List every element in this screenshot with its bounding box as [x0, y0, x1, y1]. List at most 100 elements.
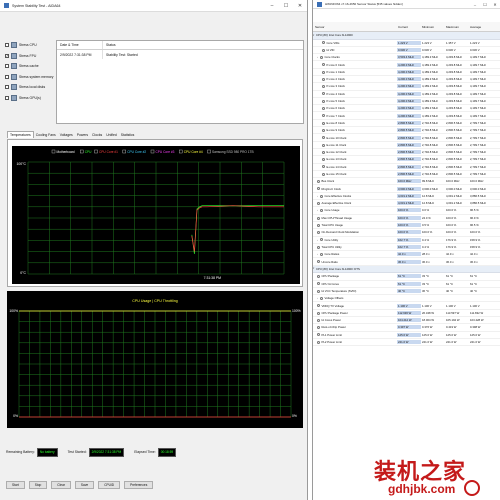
table-row[interactable]: On-Demand Clock Modulation 100.0 % 100.0 %…: [313, 229, 500, 237]
stop-button[interactable]: Stop: [28, 481, 48, 489]
table-row[interactable]: Rest-of-Chip Power 0.397 W 0.376 W 0.419 W 0…: [313, 324, 500, 332]
legend-checkbox[interactable]: [94, 149, 98, 154]
preferences-button[interactable]: Preferences: [124, 481, 154, 489]
table-row[interactable]: IA VCC Temperature (SVID) 40 °C 36 °C 40 °C…: [313, 288, 500, 296]
table-row[interactable]: E-core 12 Clock 2,806.5 MHz 2,792.8 MHz 2,8…: [313, 149, 500, 157]
table-row[interactable]: PL2 Power Limit 241.0 W 241.0 W 241.0 W 241.…: [313, 339, 500, 347]
legend-checkbox[interactable]: [51, 149, 56, 154]
sensor-section-header[interactable]: ▾ CPU [#0]: Intel Core i9-12900: [313, 32, 500, 40]
table-row[interactable]: CPU Package Power 112.636 W 26.348 W 113.59…: [313, 310, 500, 317]
table-row[interactable]: Total CPU Usage 100.0 % 0.5 % 100.0 % 96.5 %: [313, 222, 500, 230]
table-row[interactable]: P-core 2 Clock 4,200.0 MHz 4,189.3 MHz 4,29…: [313, 76, 500, 84]
save-button[interactable]: Save: [74, 481, 95, 489]
checkbox[interactable]: [5, 95, 9, 100]
close-icon[interactable]: ✕: [490, 0, 500, 8]
checkbox[interactable]: [5, 74, 9, 79]
sensor-icon: [317, 304, 320, 308]
table-row[interactable]: CPU Package 61 °C 33 °C 61 °C 61 °C: [313, 273, 500, 281]
hardware-icon: [11, 52, 17, 59]
tab-statistics[interactable]: Statistics: [119, 132, 137, 138]
table-row[interactable]: E-core 11 Clock 2,806.5 MHz 2,792.8 MHz 2,8…: [313, 142, 500, 149]
col-average[interactable]: Average: [469, 25, 493, 29]
sensor-label: Core Clocks: [324, 55, 340, 60]
stress-option[interactable]: ✓ Stress FPU: [5, 51, 53, 62]
table-row[interactable]: P-core 3 Clock 4,200.0 MHz 4,189.3 MHz 4,29…: [313, 83, 500, 91]
aida-titlebar[interactable]: System Stability Test - AIDA64 – ☐ ✕: [0, 0, 307, 12]
table-row[interactable]: IA VID 0.630 V 0.630 V 0.630 V 0.630 V: [313, 47, 500, 55]
table-row[interactable]: Bus Clock 100.0 MHz 99.8 MHz 100.0 MHz 100.0…: [313, 178, 500, 186]
table-row[interactable]: › Core Ratios 42.0 x 28.0 x 42.9 x 42.0 x: [313, 251, 500, 259]
table-row[interactable]: P-core 6 Clock 4,200.0 MHz 4,189.3 MHz 4,29…: [313, 105, 500, 113]
legend-checkbox[interactable]: [179, 149, 183, 154]
minimize-icon[interactable]: –: [265, 0, 279, 11]
table-row[interactable]: E-core 13 Clock 2,806.5 MHz 2,792.8 MHz 2,8…: [313, 156, 500, 164]
sensor-label: Core Usage: [324, 208, 340, 213]
table-row[interactable]: P-core 0 Clock 4,200.0 MHz 4,189.3 MHz 4,29…: [313, 61, 500, 69]
table-row[interactable]: P-core 7 Clock 4,200.0 MHz 4,189.3 MHz 4,29…: [313, 112, 500, 120]
table-row[interactable]: › Voltage Offsets: [313, 295, 500, 303]
tab-powers[interactable]: Powers: [75, 132, 90, 138]
status-date-cell: 2/9/2022 7:31:38 PM: [57, 50, 103, 59]
clear-button[interactable]: Clear: [51, 481, 71, 489]
maximize-icon[interactable]: ☐: [279, 0, 293, 11]
stress-option[interactable]: Stress CPU: [5, 40, 53, 51]
tab-unified[interactable]: Unified: [104, 132, 119, 138]
sensor-icon: [317, 216, 320, 220]
table-row[interactable]: P-core 4 Clock 4,200.0 MHz 4,189.3 MHz 4,29…: [313, 91, 500, 98]
table-row[interactable]: IA Cores Power 104.212 W 18.004 W 105.194 W…: [313, 317, 500, 325]
minimize-icon[interactable]: –: [470, 0, 480, 8]
table-row[interactable]: E-core 14 Clock 2,806.5 MHz 2,792.8 MHz 2,8…: [313, 164, 500, 171]
table-row[interactable]: CPU IA Cores 61 °C 33 °C 61 °C 61 °C: [313, 281, 500, 288]
table-row[interactable]: E-core 9 Clock 2,806.5 MHz 2,792.8 MHz 2,80…: [313, 127, 500, 135]
checkbox[interactable]: ✓: [5, 53, 9, 58]
hwinfo-titlebar[interactable]: HWiNFO64 v7.16-4650 Sensor Status [535 v…: [313, 0, 500, 9]
tab-clocks[interactable]: Clocks: [90, 132, 104, 138]
sensor-value-min: 36.0 x: [422, 259, 430, 264]
table-row[interactable]: Uncore Ratio 36.0 x 36.0 x 36.0 x 36.0 x: [313, 258, 500, 266]
checkbox[interactable]: [5, 85, 9, 90]
table-row[interactable]: › Core Utility 162.7 % 0.4 % 176.9 % 158.9 %: [313, 237, 500, 244]
hardware-icon: [11, 94, 17, 101]
sensor-label: P-core 3 Clock: [326, 84, 345, 89]
legend-checkbox[interactable]: [207, 149, 211, 154]
stress-option[interactable]: Stress cache: [5, 61, 53, 72]
table-row[interactable]: Ring/LLC Clock 3,600.0 MHz 3,600.0 MHz 3,60…: [313, 185, 500, 193]
sensor-section-header[interactable]: ▾ CPU [#0]: Intel Core i9-12900: DTS: [313, 265, 500, 274]
table-row[interactable]: › Core Clocks 3,503.4 MHz 4,189.3 MHz 4,293.…: [313, 54, 500, 62]
stress-option[interactable]: Stress local disks: [5, 82, 53, 93]
table-row[interactable]: › Core Usage 100.0 % 0.0 % 100.0 % 96.5 %: [313, 207, 500, 215]
table-row[interactable]: Average Effective Clock 4,031.2 MHz 12.8 M…: [313, 200, 500, 208]
legend-checkbox[interactable]: [80, 149, 84, 154]
table-row[interactable]: E-core 15 Clock 2,806.5 MHz 2,792.8 MHz 2,8…: [313, 171, 500, 179]
tab-cooling-fans[interactable]: Cooling Fans: [34, 132, 58, 138]
col-sensor[interactable]: Sensor: [313, 25, 397, 29]
table-row[interactable]: E-core 8 Clock 2,806.5 MHz 2,792.8 MHz 2,80…: [313, 120, 500, 128]
table-row[interactable]: Total CPU Utility 162.7 % 0.4 % 176.9 % 158.…: [313, 244, 500, 252]
table-row[interactable]: 2/9/2022 7:31:38 PM Stability Test: Star…: [57, 50, 303, 59]
table-row[interactable]: PL1 Power Limit 125.0 W 125.0 W 125.0 W 125.…: [313, 332, 500, 339]
col-minimum[interactable]: Minimum: [421, 25, 445, 29]
table-row[interactable]: VDDQ TX Voltage 1.100 V 1.100 V 1.100 V 1.10…: [313, 302, 500, 310]
table-row[interactable]: E-core 10 Clock 2,806.5 MHz 2,792.8 MHz 2,8…: [313, 134, 500, 142]
checkbox[interactable]: [5, 43, 9, 48]
maximize-icon[interactable]: ☐: [480, 0, 490, 8]
cpuid-button[interactable]: CPUID: [98, 481, 121, 489]
checkbox[interactable]: [5, 64, 9, 69]
legend-checkbox[interactable]: [150, 149, 155, 154]
col-maximum[interactable]: Maximum: [445, 25, 469, 29]
table-row[interactable]: P-core 1 Clock 4,200.0 MHz 4,189.3 MHz 4,29…: [313, 69, 500, 76]
table-row[interactable]: Core VIDs 1.223 V 1.223 V 1.357 V 1.223 V: [313, 40, 500, 47]
section-title: CPU [#0]: Intel Core i9-12900: [316, 33, 353, 38]
stress-option[interactable]: Stress GPU(s): [5, 93, 53, 104]
stress-option[interactable]: Stress system memory: [5, 72, 53, 83]
sensor-value-cur: 162.7 %: [397, 237, 421, 242]
start-button[interactable]: Start: [6, 481, 25, 489]
table-row[interactable]: Max CPU/Thread Usage 100.0 % 24.0 % 100.0 %…: [313, 215, 500, 222]
col-current[interactable]: Current: [397, 25, 421, 29]
close-icon[interactable]: ✕: [293, 0, 307, 11]
tab-temperatures[interactable]: Temperatures: [7, 131, 34, 138]
table-row[interactable]: › Core Effective Clocks 4,031.2 MHz 12.8 MH…: [313, 193, 500, 201]
table-row[interactable]: P-core 5 Clock 4,200.0 MHz 4,189.3 MHz 4,29…: [313, 98, 500, 106]
tab-voltages[interactable]: Voltages: [58, 132, 75, 138]
legend-checkbox[interactable]: [122, 149, 126, 154]
